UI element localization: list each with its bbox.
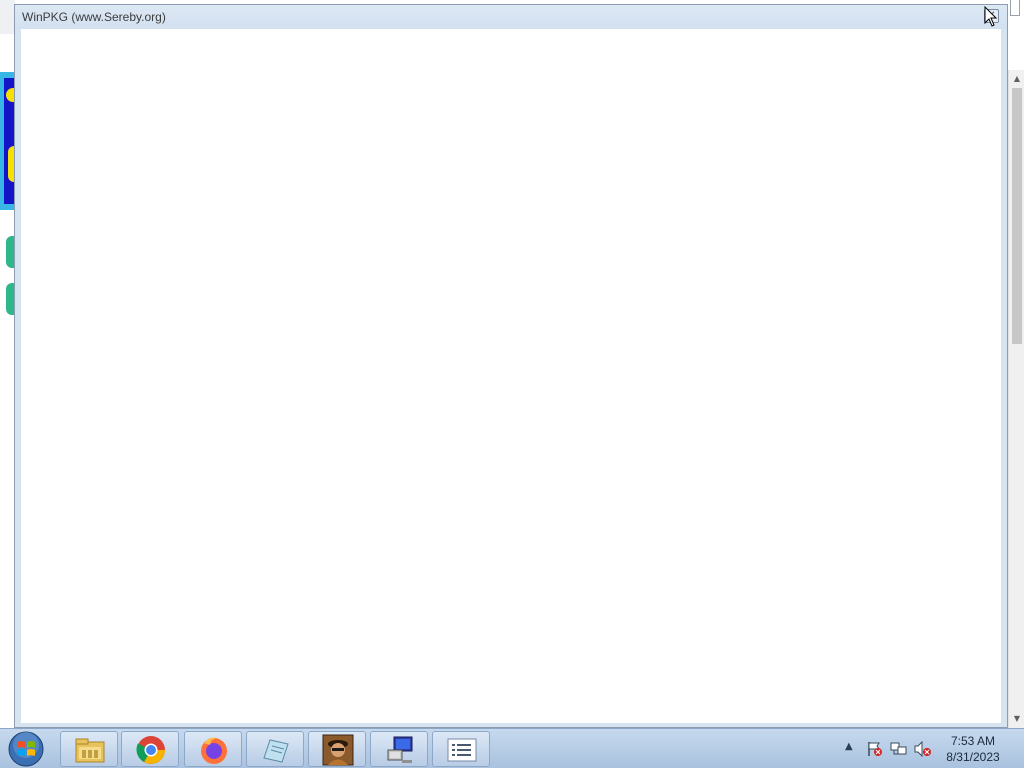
start-button[interactable] bbox=[6, 731, 46, 767]
window-title: WinPKG (www.Sereby.org) bbox=[22, 10, 166, 24]
firefox-icon bbox=[201, 737, 227, 764]
winpkg-window: WinPKG (www.Sereby.org) ✕ bbox=[14, 4, 1008, 728]
user-avatar-app-icon bbox=[322, 734, 354, 766]
volume-muted-icon[interactable] bbox=[914, 741, 932, 757]
taskbar-network-app-button[interactable] bbox=[370, 731, 428, 767]
taskbar-winpkg-button[interactable] bbox=[432, 731, 490, 767]
mouse-cursor-icon bbox=[984, 6, 998, 27]
show-hidden-icons-button[interactable]: ▲ bbox=[845, 741, 853, 752]
windows-start-orb-icon bbox=[8, 731, 44, 767]
network-icon[interactable] bbox=[890, 741, 908, 757]
taskbar: ▲ 7:53 AM 8/31/2023 bbox=[0, 728, 1024, 768]
taskbar-firefox-button[interactable] bbox=[184, 731, 242, 767]
taskbar-notepad-button[interactable] bbox=[246, 731, 304, 767]
scroll-down-arrow-icon[interactable]: ▼ bbox=[1009, 712, 1024, 726]
action-center-flag-icon[interactable] bbox=[866, 741, 884, 757]
system-clock[interactable]: 7:53 AM 8/31/2023 bbox=[936, 733, 1010, 765]
scrollbar-thumb[interactable] bbox=[1012, 88, 1022, 344]
scroll-up-arrow-icon[interactable]: ▲ bbox=[1009, 72, 1024, 86]
winpkg-titlebar[interactable]: WinPKG (www.Sereby.org) ✕ bbox=[15, 5, 1007, 29]
file-explorer-icon bbox=[75, 738, 105, 763]
taskbar-file-explorer-button[interactable] bbox=[60, 731, 118, 767]
winpkg-content-area bbox=[21, 29, 1001, 723]
background-app-scrollbar[interactable]: ▲ ▼ bbox=[1008, 70, 1024, 728]
taskbar-chrome-button[interactable] bbox=[121, 731, 179, 767]
winpkg-list-icon bbox=[447, 738, 477, 762]
clock-date: 8/31/2023 bbox=[946, 750, 1000, 764]
taskbar-user-app-button[interactable] bbox=[308, 731, 366, 767]
chrome-icon bbox=[136, 736, 165, 764]
network-computer-app-icon bbox=[387, 736, 413, 763]
background-app-titlebar-fragment bbox=[0, 0, 15, 34]
clock-time: 7:53 AM bbox=[950, 734, 996, 748]
background-app-corner-control[interactable] bbox=[1010, 0, 1020, 16]
notepad-icon bbox=[263, 739, 289, 763]
